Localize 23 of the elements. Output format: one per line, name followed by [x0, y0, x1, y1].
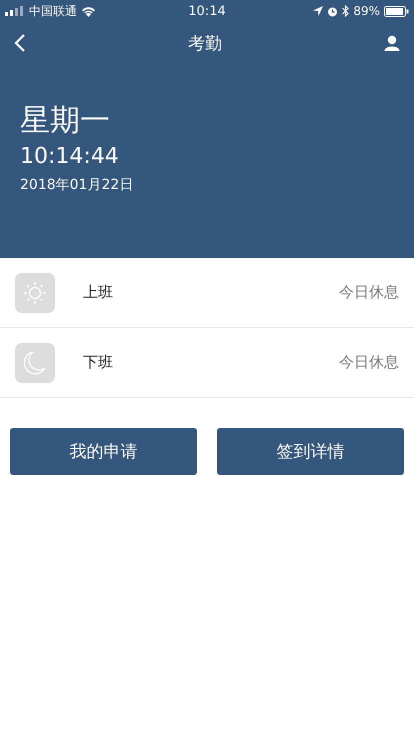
- moon-icon: [24, 350, 46, 374]
- bluetooth-icon: [342, 5, 350, 17]
- page-title: 考勤: [188, 32, 222, 54]
- battery-icon: [384, 6, 409, 16]
- sun-icon: [24, 282, 46, 304]
- action-button[interactable]: 签到详情: [217, 428, 404, 475]
- shift-label: 下班: [83, 353, 114, 372]
- action-button[interactable]: 我的申请: [10, 428, 197, 475]
- carrier-name: 中国联通: [29, 2, 77, 20]
- status-time: 10:14: [188, 4, 226, 18]
- battery-percent: 89%: [353, 4, 380, 18]
- weekday-text: 星期一: [20, 102, 111, 140]
- alarm-icon: [327, 6, 338, 16]
- location-icon: [313, 6, 324, 16]
- date-text: 2018年01月22日: [20, 176, 134, 195]
- shift-status: 今日休息: [339, 283, 399, 302]
- clock-time: 10:14:44: [20, 143, 120, 171]
- shift-status: 今日休息: [339, 353, 399, 372]
- wifi-icon: [81, 6, 96, 16]
- user-icon[interactable]: [384, 35, 400, 51]
- signal-icon: [5, 6, 25, 16]
- back-icon[interactable]: [14, 33, 26, 53]
- shift-label: 上班: [83, 283, 114, 302]
